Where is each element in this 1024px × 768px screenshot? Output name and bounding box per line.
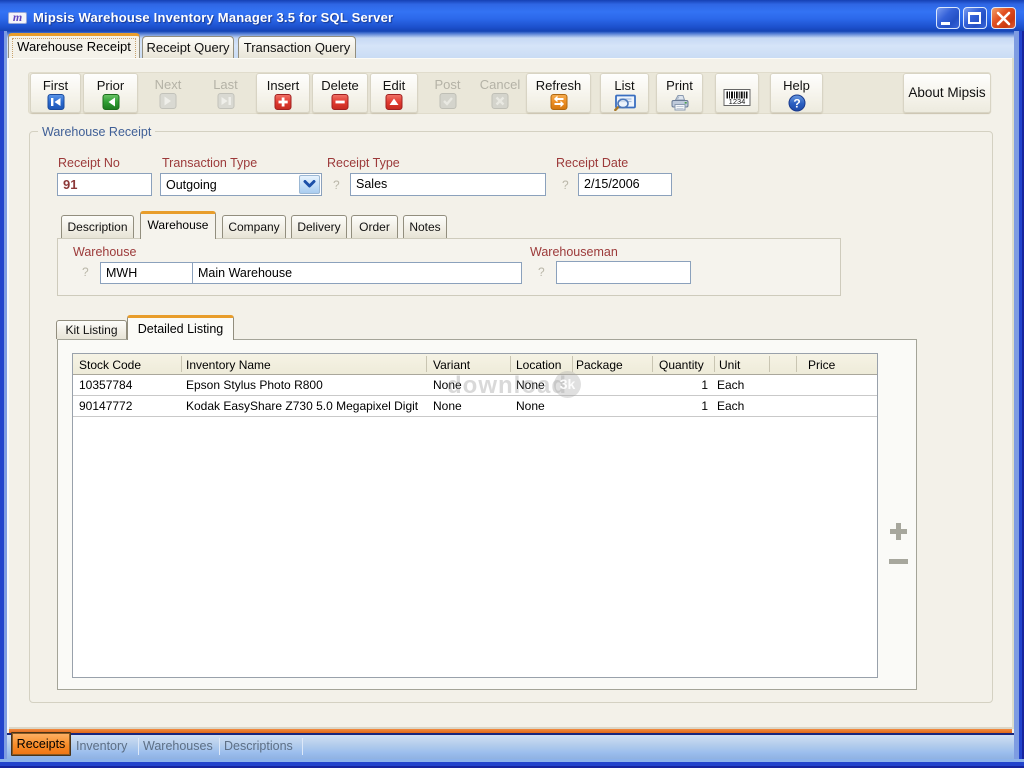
svg-text:1234: 1234 bbox=[729, 97, 746, 106]
svg-text:?: ? bbox=[793, 97, 800, 111]
